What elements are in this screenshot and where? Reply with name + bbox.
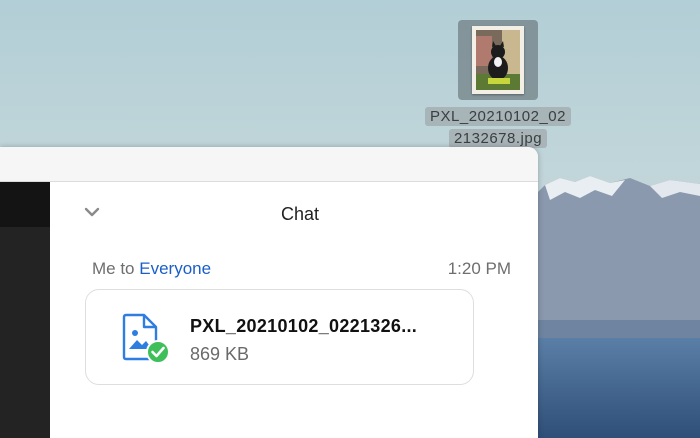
attachment-file-name: PXL_20210102_0221326... — [190, 316, 418, 336]
video-panel-header — [0, 182, 50, 227]
desktop-file-label: PXL_20210102_02 2132678.jpg — [408, 106, 588, 150]
message-recipient[interactable]: Everyone — [139, 259, 211, 278]
file-label-line2: 2132678.jpg — [448, 129, 548, 148]
chat-panel: Chat Me to Everyone 1:20 PM PXL_20210102… — [50, 182, 538, 438]
attachment-file-size: 869 KB — [190, 344, 250, 364]
video-panel — [0, 182, 50, 438]
message-header: Me to Everyone — [92, 259, 211, 279]
file-attachment-card[interactable]: PXL_20210102_0221326... 869 KB — [85, 289, 474, 385]
message-time: 1:20 PM — [447, 259, 511, 278]
file-thumbnail[interactable] — [458, 20, 538, 100]
chat-title: Chat — [280, 204, 320, 224]
checkmark-icon — [146, 340, 170, 364]
file-label-line1: PXL_20210102_02 — [425, 107, 571, 126]
window-titlebar[interactable] — [0, 147, 538, 182]
app-window: Chat Me to Everyone 1:20 PM PXL_20210102… — [0, 147, 538, 438]
cat-photo-thumbnail-icon — [472, 26, 524, 94]
image-file-icon — [120, 313, 176, 370]
desktop-file[interactable]: PXL_20210102_02 2132678.jpg — [408, 20, 588, 156]
message-sender: Me to — [92, 259, 140, 278]
